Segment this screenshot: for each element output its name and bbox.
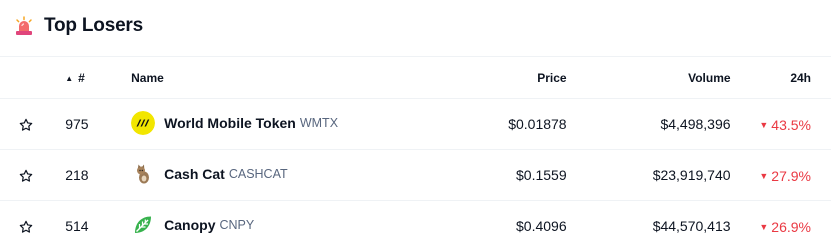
change-24h: ▼ 26.9% (759, 219, 811, 235)
canopy-logo (131, 212, 156, 237)
star-icon[interactable] (18, 219, 34, 235)
header-volume[interactable]: Volume (566, 56, 731, 99)
change-value: 27.9% (771, 168, 811, 184)
caret-down-icon: ▼ (759, 120, 769, 130)
siren-icon (16, 16, 32, 35)
coin-link[interactable]: World Mobile Token WMTX (131, 110, 339, 135)
price-cell: $0.01878 (438, 98, 567, 150)
coin-symbol: WMTX (299, 115, 339, 130)
coin-symbol: CNPY (219, 217, 255, 232)
change-24h: ▼ 43.5% (759, 117, 811, 133)
header-rank[interactable]: ▲ # (51, 56, 132, 99)
header-rank-label: # (78, 71, 85, 86)
header-name[interactable]: Name (131, 56, 439, 99)
table-row[interactable]: 975 World Mobile Token WMTX $0.01878 $4,… (0, 98, 831, 150)
rank-cell: 975 (51, 98, 132, 150)
volume-cell: $4,498,396 (566, 98, 731, 150)
coin-name: World Mobile Token (164, 114, 296, 131)
volume-cell: $23,919,740 (566, 149, 731, 201)
volume-cell: $44,570,413 (566, 200, 731, 247)
rank-cell: 218 (51, 149, 132, 201)
page-title: Top Losers (44, 15, 143, 36)
caret-down-icon: ▼ (759, 171, 769, 181)
coin-link[interactable]: Cash Cat CASHCAT (131, 162, 288, 186)
coin-name: Cash Cat (164, 165, 225, 182)
world-mobile-token-logo (131, 110, 156, 135)
price-cell: $0.1559 (438, 149, 567, 201)
header-price[interactable]: Price (438, 56, 567, 99)
header-24h[interactable]: 24h (730, 56, 831, 99)
cash-cat-logo (137, 164, 150, 183)
losers-table: ▲ # Name Price Volume 24h 975 World Mobi… (0, 56, 831, 247)
caret-down-icon: ▼ (759, 222, 769, 233)
widget-header: Top Losers (14, 12, 143, 40)
coin-link[interactable]: Canopy CNPY (131, 212, 255, 237)
table-header-row: ▲ # Name Price Volume 24h (0, 56, 831, 99)
sort-ascending-icon: ▲ (65, 73, 74, 83)
table-row[interactable]: 218 Cash Cat CASHCAT $0.1559 $23,919,740… (0, 149, 831, 201)
change-value: 43.5% (771, 117, 811, 133)
coin-name: Canopy (164, 216, 216, 233)
star-icon[interactable] (18, 117, 34, 133)
change-value: 26.9% (771, 219, 811, 236)
header-star-column (0, 56, 52, 99)
change-24h: ▼ 27.9% (759, 168, 811, 184)
coin-symbol: CASHCAT (228, 166, 288, 181)
star-icon[interactable] (18, 168, 34, 184)
table-row[interactable]: 514 Canopy CNPY $0.4096 $44,570,413 ▼ 26… (0, 200, 831, 247)
price-cell: $0.4096 (438, 200, 567, 247)
rank-cell: 514 (51, 200, 132, 247)
